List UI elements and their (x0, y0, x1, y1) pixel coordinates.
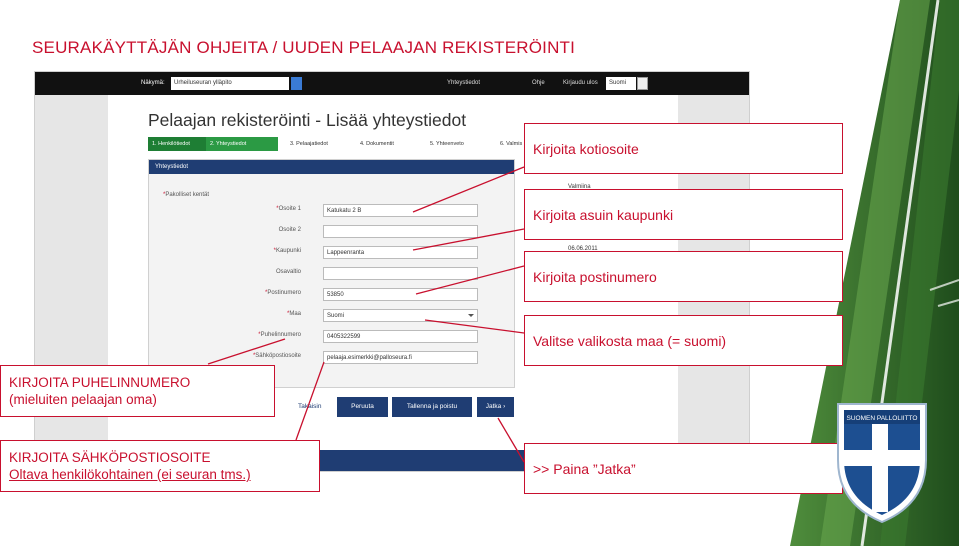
callout-email-line1: KIRJOITA SÄHKÖPOSTIOSOITE (9, 450, 211, 465)
city-label: *Kaupunki (273, 248, 301, 254)
view-label: Näkymä: (141, 80, 165, 86)
address2-label: Osoite 2 (278, 227, 301, 233)
topbar-link-logout[interactable]: Kirjaudu ulos (563, 80, 598, 86)
phone-label: *Puhelinnumero (258, 332, 301, 338)
step-6: 6. Valmis (500, 141, 523, 147)
step-1: 1. Henkilötiedot (148, 137, 206, 151)
city-input[interactable]: Lappeenranta (323, 246, 478, 259)
slide-title: SEURAKÄYTTÄJÄN OHJEITA / UUDEN PELAAJAN … (32, 38, 576, 57)
chevron-right-icon: › (503, 403, 506, 410)
topbar-link-help[interactable]: Ohje (532, 80, 545, 86)
callout-email: KIRJOITA SÄHKÖPOSTIOSOITE Oltava henkilö… (0, 440, 320, 492)
address1-input[interactable]: Katukatu 2 B (323, 204, 478, 217)
language-select-button[interactable] (637, 77, 648, 90)
chevron-down-icon (468, 314, 474, 317)
country-label: *Maa (286, 311, 301, 317)
step-2: 2. Yhteystiedot (206, 137, 278, 151)
language-select[interactable]: Suomi (606, 77, 636, 90)
step-5: 5. Yhteenveto (430, 141, 464, 147)
topbar-link-contact[interactable]: Yhteystiedot (447, 80, 480, 86)
state-input[interactable] (323, 267, 478, 280)
continue-button[interactable]: Jatka › (477, 397, 514, 417)
required-note: *Pakolliset kentät (163, 192, 210, 198)
address2-input[interactable] (323, 225, 478, 238)
callout-continue: >> Paina ”Jatka” (524, 443, 843, 494)
callout-phone-line1: KIRJOITA PUHELINNUMERO (9, 375, 191, 390)
view-select-button[interactable] (291, 77, 302, 90)
section-title: Yhteystiedot (149, 160, 514, 174)
callout-city: Kirjoita asuin kaupunki (524, 189, 843, 240)
country-select[interactable]: Suomi (323, 309, 478, 322)
back-link[interactable]: Takaisin (298, 403, 321, 410)
contact-section: Yhteystiedot *Pakolliset kentät *Osoite … (148, 159, 515, 388)
email-label: *Sähköpostiosoite (252, 353, 301, 359)
postal-input[interactable]: 53850 (323, 288, 478, 301)
step-4: 4. Dokumentit (360, 141, 394, 147)
logo-text: SUOMEN PALLOLIITTO (847, 415, 918, 422)
step-indicator: 1. Henkilötiedot 2. Yhteystiedot 3. Pela… (148, 137, 528, 151)
address1-label: *Osoite 1 (276, 206, 301, 212)
federation-logo: SUOMEN PALLOLIITTO (837, 403, 927, 524)
top-bar: Näkymä: Urheiluseuran ylläpito Yhteystie… (35, 72, 749, 95)
postal-label: *Postinumero (264, 290, 301, 296)
save-exit-button[interactable]: Tallenna ja poistu (392, 397, 472, 417)
step-3: 3. Pelaajatiedot (290, 141, 328, 147)
cancel-button[interactable]: Peruuta (337, 397, 388, 417)
callout-email-line2: Oltava henkilökohtainen (ei seuran tms.) (9, 467, 251, 482)
state-label: Osavaltio (275, 269, 301, 275)
phone-input[interactable]: 0405322599 (323, 330, 478, 343)
page-heading: Pelaajan rekisteröinti - Lisää yhteystie… (148, 110, 467, 130)
view-select[interactable]: Urheiluseuran ylläpito (171, 77, 289, 90)
callout-postal: Kirjoita postinumero (524, 251, 843, 302)
callout-phone: KIRJOITA PUHELINNUMERO (mieluiten pelaaj… (0, 365, 275, 417)
callout-address: Kirjoita kotiosoite (524, 123, 843, 174)
callout-phone-line2: (mieluiten pelaajan oma) (9, 392, 157, 407)
email-input[interactable]: pelaaja.esimerkki@palloseura.fi (323, 351, 478, 364)
callout-country: Valitse valikosta maa (= suomi) (524, 315, 843, 366)
